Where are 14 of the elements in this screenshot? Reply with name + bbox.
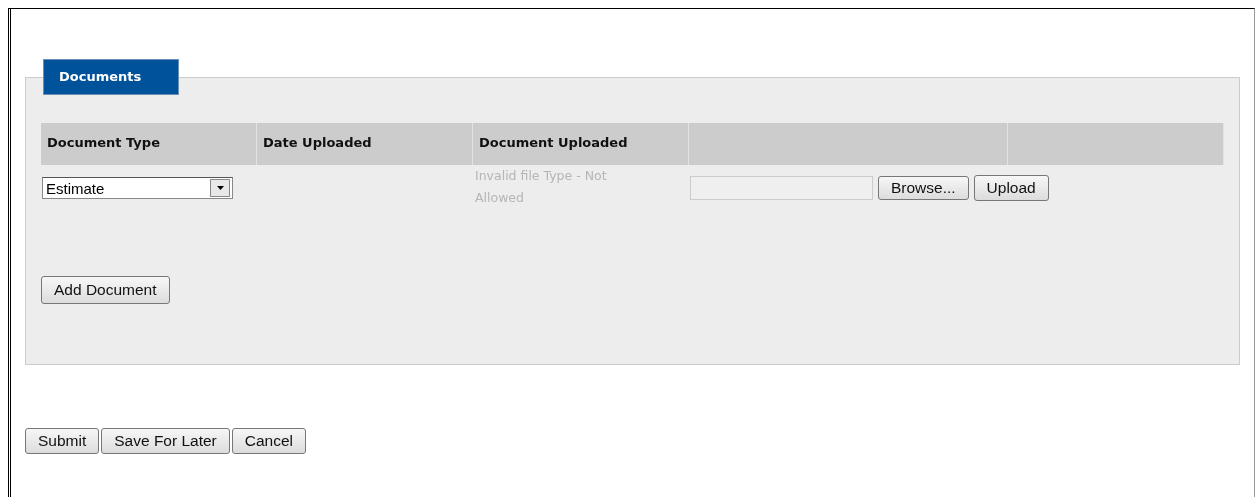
file-path-field[interactable] (690, 176, 873, 200)
column-header: Date Uploaded (257, 123, 473, 165)
column-header: Document Uploaded (473, 123, 689, 165)
document-type-select[interactable]: Estimate (42, 177, 233, 199)
browse-button[interactable]: Browse... (878, 176, 969, 200)
column-header: Document Type (41, 123, 257, 165)
file-type-error: Invalid file Type - Not Allowed (474, 167, 608, 207)
dropdown-arrow-icon (216, 186, 224, 190)
upload-button[interactable]: Upload (973, 175, 1049, 201)
form-action-button[interactable]: Submit (25, 428, 100, 454)
form-action-button[interactable]: Cancel (231, 428, 307, 454)
form-action-button[interactable]: Save For Later (101, 428, 230, 454)
documents-tab[interactable]: Documents (43, 59, 179, 95)
add-document-button[interactable]: Add Document (41, 276, 170, 304)
